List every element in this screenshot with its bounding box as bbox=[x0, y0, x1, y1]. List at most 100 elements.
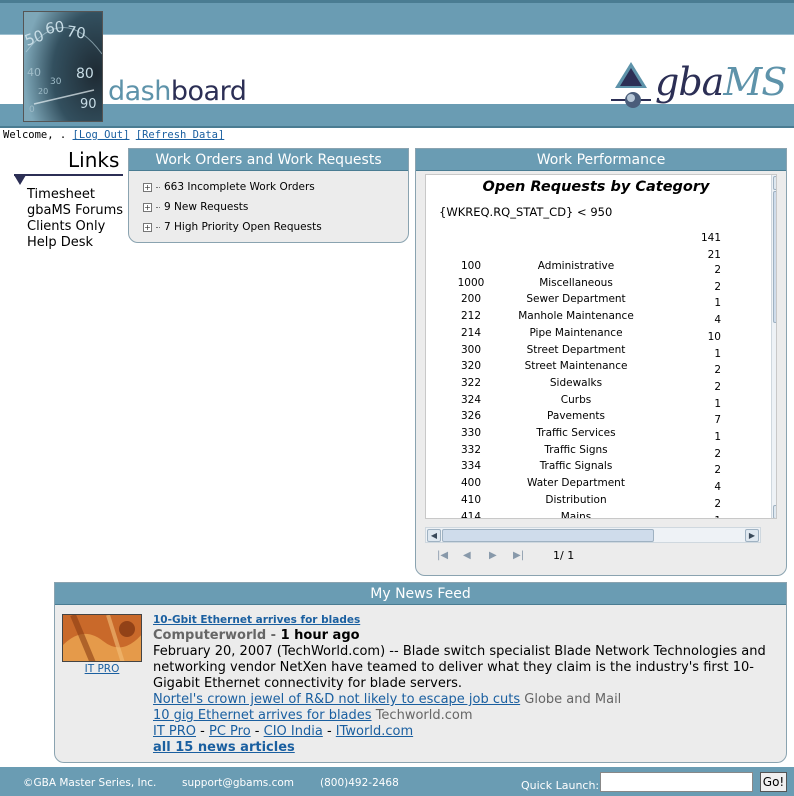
news-feed-panel: My News Feed IT PRO 10-Gbit Ethernet arr… bbox=[54, 582, 787, 763]
source-link-pc-pro[interactable]: PC Pro bbox=[209, 724, 251, 739]
source-sep: - bbox=[322, 724, 336, 739]
all-news-articles-link[interactable]: all 15 news articles bbox=[153, 740, 295, 755]
tree-connector bbox=[156, 226, 160, 228]
header-top-bar bbox=[0, 0, 794, 34]
speedo-num: 40 bbox=[27, 66, 41, 79]
category-name: Pavements bbox=[547, 410, 605, 423]
category-code: 322 bbox=[460, 376, 482, 389]
page-title: dashboard bbox=[108, 76, 247, 107]
scroll-right-icon[interactable]: ▶ bbox=[745, 529, 759, 542]
category-name: Traffic Signs bbox=[544, 443, 608, 456]
report-row: 300 Street Department 1 bbox=[426, 344, 766, 360]
source-link-it-pro[interactable]: IT PRO bbox=[153, 724, 196, 739]
related-article-source: Globe and Mail bbox=[524, 692, 622, 707]
prev-page-icon[interactable]: ◀ bbox=[463, 550, 471, 561]
speedo-num: 70 bbox=[65, 22, 86, 42]
category-code: 334 bbox=[460, 460, 482, 473]
category-name: Traffic Signals bbox=[539, 460, 613, 473]
link-gbams-forums[interactable]: gbaMS Forums bbox=[27, 203, 123, 219]
expand-plus-icon[interactable]: + bbox=[143, 202, 152, 212]
quick-launch-input[interactable] bbox=[600, 772, 753, 792]
category-name: Administrative bbox=[537, 260, 615, 272]
news-time-ago: 1 hour ago bbox=[280, 628, 360, 643]
speedo-num: 20 bbox=[38, 87, 48, 96]
page-title-part2: board bbox=[170, 76, 247, 107]
vertical-scrollbar[interactable]: ▲ ▼ bbox=[771, 175, 776, 518]
category-count: 2 bbox=[714, 364, 721, 377]
report-row: 334 Traffic Signals 2 bbox=[426, 460, 766, 476]
tree-item-high-priority[interactable]: + 7 High Priority Open Requests bbox=[143, 217, 408, 237]
footer-phone: (800)492-2468 bbox=[320, 777, 399, 789]
report-viewer: Open Requests by Category {WKREQ.RQ_STAT… bbox=[425, 174, 777, 519]
quick-launch-label: Quick Launch: bbox=[521, 779, 600, 792]
related-article-link[interactable]: Nortel's crown jewel of R&D not likely t… bbox=[153, 692, 520, 707]
logout-link[interactable]: [Log Out] bbox=[73, 129, 130, 141]
report-row: 1000 Miscellaneous 2 bbox=[426, 277, 766, 293]
news-thumbnail[interactable] bbox=[62, 614, 142, 662]
category-code: 324 bbox=[460, 393, 482, 406]
source-link-itworld[interactable]: ITworld.com bbox=[336, 724, 413, 739]
report-row: 332 Traffic Signs 2 bbox=[426, 444, 766, 460]
page-indicator: 1/ 1 bbox=[553, 549, 575, 562]
scroll-left-icon[interactable]: ◀ bbox=[427, 529, 441, 542]
tree-item-incomplete-work-orders[interactable]: + 663 Incomplete Work Orders bbox=[143, 177, 408, 197]
horizontal-scroll-thumb[interactable] bbox=[442, 529, 654, 542]
horizontal-scrollbar[interactable]: ◀ ▶ bbox=[425, 527, 761, 543]
related-article: 10 gig Ethernet arrives for blades Techw… bbox=[153, 708, 783, 724]
related-article-link[interactable]: 10 gig Ethernet arrives for blades bbox=[153, 708, 372, 723]
vertical-scroll-thumb[interactable] bbox=[773, 191, 776, 323]
welcome-text: Welcome, . bbox=[3, 129, 67, 141]
category-code: 332 bbox=[460, 443, 482, 456]
related-article-source: Techworld.com bbox=[375, 708, 473, 723]
last-page-icon[interactable]: ▶| bbox=[513, 550, 524, 561]
links-divider bbox=[14, 174, 123, 176]
link-timesheet[interactable]: Timesheet bbox=[27, 187, 123, 203]
category-count: 1 bbox=[714, 347, 721, 360]
category-code: 330 bbox=[460, 427, 482, 439]
tree-item-label: 663 Incomplete Work Orders bbox=[164, 181, 315, 193]
report-row: 400 Water Department 4 bbox=[426, 477, 766, 493]
report-pager: |◀ ◀ ▶ ▶| 1/ 1 bbox=[425, 547, 777, 567]
category-code: 300 bbox=[460, 343, 482, 356]
page-title-part1: dash bbox=[108, 76, 171, 107]
category-count: 2 bbox=[714, 380, 721, 393]
scroll-down-icon[interactable]: ▼ bbox=[773, 505, 776, 518]
report-row: 414 Mains 1 bbox=[426, 511, 766, 519]
report-title: Open Requests by Category bbox=[482, 179, 710, 195]
speedo-num: 90 bbox=[80, 97, 97, 112]
category-count: 4 bbox=[714, 481, 721, 494]
category-count: 2 bbox=[714, 497, 721, 510]
refresh-data-link[interactable]: [Refresh Data] bbox=[136, 129, 225, 141]
link-clients-only[interactable]: Clients Only bbox=[27, 219, 123, 235]
report-row: 214 Pipe Maintenance 10 bbox=[426, 327, 766, 343]
links-heading: Links bbox=[68, 148, 120, 172]
first-page-icon[interactable]: |◀ bbox=[437, 550, 448, 561]
category-name: Street Department bbox=[526, 343, 626, 356]
category-count: 10 bbox=[707, 330, 721, 343]
go-button[interactable]: Go! bbox=[760, 772, 787, 792]
category-code: 410 bbox=[460, 493, 482, 506]
links-triangle-icon bbox=[14, 175, 26, 185]
next-page-icon[interactable]: ▶ bbox=[489, 550, 497, 561]
tree-item-new-requests[interactable]: + 9 New Requests bbox=[143, 197, 408, 217]
work-orders-tree: + 663 Incomplete Work Orders + 9 New Req… bbox=[129, 171, 408, 237]
news-source-line: Computerworld - 1 hour ago bbox=[153, 628, 783, 644]
tree-item-label: 9 New Requests bbox=[164, 201, 249, 213]
category-count: 2 bbox=[714, 264, 721, 276]
scroll-up-icon[interactable]: ▲ bbox=[773, 176, 776, 190]
footer-copyright: ©GBA Master Series, Inc. bbox=[23, 777, 157, 789]
news-headline-link[interactable]: 10-Gbit Ethernet arrives for blades bbox=[153, 614, 360, 626]
news-source: Computerworld bbox=[153, 628, 267, 643]
link-help-desk[interactable]: Help Desk bbox=[27, 235, 123, 251]
report-grand-total: 141 bbox=[700, 232, 721, 244]
work-performance-panel-title: Work Performance bbox=[416, 149, 786, 171]
expand-plus-icon[interactable]: + bbox=[143, 182, 152, 192]
header-divider bbox=[0, 34, 794, 35]
category-count: 1 bbox=[714, 431, 721, 443]
report-row: 330 Traffic Services 1 bbox=[426, 427, 766, 443]
source-link-cio-india[interactable]: CIO India bbox=[264, 724, 323, 739]
tree-item-label: 7 High Priority Open Requests bbox=[164, 221, 322, 233]
news-thumbnail-source-link[interactable]: IT PRO bbox=[62, 663, 142, 675]
footer: ©GBA Master Series, Inc. support@gbams.c… bbox=[0, 767, 794, 796]
expand-plus-icon[interactable]: + bbox=[143, 222, 152, 232]
